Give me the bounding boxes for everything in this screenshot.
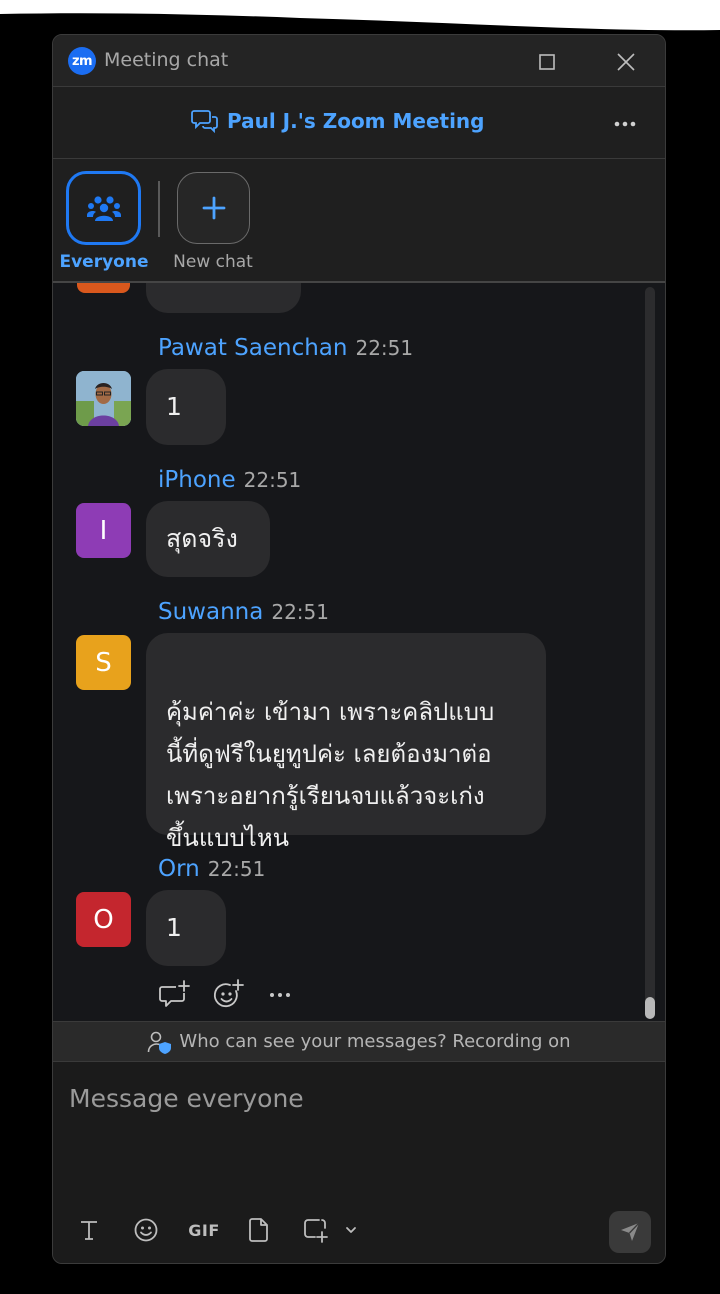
emoji-button[interactable] [130,1214,162,1246]
close-button[interactable] [611,47,641,77]
format-text-button[interactable] [73,1214,105,1246]
message-list[interactable]: Pawat Saenchan 22:51 1 iPhone 22:51 I สุ… [53,283,665,1021]
message-sender: Orn 22:51 [158,856,265,882]
more-actions-icon[interactable] [266,979,296,1011]
message-text: 1 [166,913,182,942]
avatar[interactable]: O [76,892,131,947]
message-sender: Suwanna 22:51 [158,599,329,625]
avatar[interactable]: S [76,635,131,690]
message-composer: GIF [53,1062,665,1263]
tab-new-chat[interactable] [177,172,250,244]
scrollbar-rail [645,287,655,1017]
message-time: 22:51 [243,468,302,492]
previous-message-bubble [146,283,301,313]
tab-everyone[interactable] [66,171,141,245]
message-time: 22:51 [355,336,414,360]
attach-file-button[interactable] [243,1214,275,1246]
message-bubble[interactable]: สุดจริง [146,501,270,577]
screenshot-icon [304,1219,328,1243]
message-input[interactable] [69,1078,649,1118]
sender-name: iPhone [158,467,236,493]
message-bubble[interactable]: 1 [146,369,226,445]
message-actions [158,979,296,1011]
background-strip [0,0,720,36]
message-sender: iPhone 22:51 [158,467,301,493]
screenshot-button[interactable] [299,1214,331,1246]
privacy-notice[interactable]: Who can see your messages? Recording on [53,1021,665,1062]
gif-button[interactable]: GIF [187,1214,221,1246]
avatar[interactable] [76,371,131,426]
people-group-icon [86,196,121,221]
scrollbar[interactable] [642,283,658,1021]
chevron-down-icon [346,1227,356,1233]
message-text: คุ้มค่าค่ะ เข้ามา เพราะคลิปแบบ นี้ที่ดูฟ… [166,698,495,852]
message-bubble[interactable]: คุ้มค่าค่ะ เข้ามา เพราะคลิปแบบ นี้ที่ดูฟ… [146,633,546,852]
gif-label: GIF [188,1220,220,1240]
avatar-letter: O [93,904,114,935]
meeting-title-group: Paul J.'s Zoom Meeting [191,107,485,135]
notice-text: Who can see your messages? Recording on [179,1031,571,1052]
title-bar: zm Meeting chat [53,35,665,87]
message-text: สุดจริง [166,524,238,553]
previous-avatar [77,283,130,293]
tab-label-everyone[interactable]: Everyone [53,252,155,272]
sender-name: Suwanna [158,599,264,625]
plus-icon [202,196,225,220]
meeting-title: Paul J.'s Zoom Meeting [227,109,485,133]
sender-name: Pawat Saenchan [158,335,348,361]
window-title: Meeting chat [104,49,229,71]
ellipsis-icon [614,121,636,127]
message-text: 1 [166,392,182,421]
user-shield-icon [148,1031,172,1054]
zoom-logo-icon: zm [68,47,96,75]
message-bubble[interactable]: 1 [146,890,226,966]
chat-bubbles-icon [191,110,218,134]
avatar-letter: S [95,647,112,678]
text-format-icon [81,1221,97,1240]
more-tools-dropdown[interactable] [341,1214,361,1246]
message-sender: Pawat Saenchan 22:51 [158,335,413,361]
add-reaction-icon[interactable] [212,979,246,1011]
send-button[interactable] [609,1211,651,1253]
meeting-header: Paul J.'s Zoom Meeting [53,87,665,159]
avatar[interactable]: I [76,503,131,558]
emoji-icon [134,1218,158,1242]
chat-tabs: Everyone New chat [53,159,665,283]
scrollbar-thumb[interactable] [645,997,655,1019]
reply-in-thread-icon[interactable] [158,979,192,1011]
file-icon [249,1218,268,1242]
user-photo-icon [76,371,131,426]
sender-name: Orn [158,856,200,882]
tab-label-new-chat[interactable]: New chat [163,252,263,272]
meeting-chat-window: zm Meeting chat Paul J.'s Zoom Meeting E… [52,34,666,1264]
close-icon [617,53,635,71]
message-time: 22:51 [271,600,329,624]
tab-divider [158,181,160,237]
maximize-button[interactable] [532,47,562,77]
avatar-letter: I [99,515,108,546]
maximize-icon [539,54,555,70]
send-icon [621,1222,640,1241]
more-options-button[interactable] [608,107,642,141]
message-time: 22:51 [207,857,266,881]
